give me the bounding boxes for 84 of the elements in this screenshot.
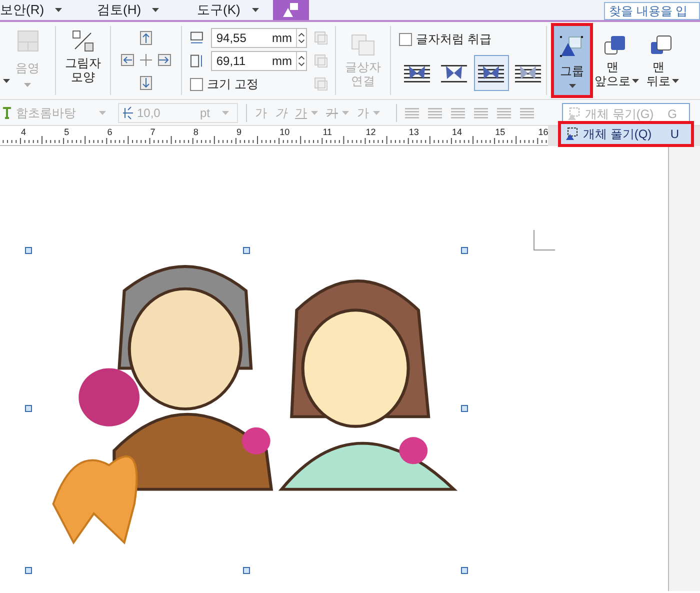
- ruler-number: 15: [495, 126, 506, 139]
- butterfly-wrap-icon: [440, 62, 467, 84]
- drawing-tab[interactable]: [273, 0, 309, 20]
- bring-to-front-icon: [604, 34, 628, 56]
- lock-size-label: 크기 고정: [207, 76, 258, 94]
- checkbox[interactable]: [190, 78, 203, 91]
- butterfly-wrap-icon: [478, 62, 504, 84]
- paragraph-align-icon: [520, 106, 534, 118]
- send-to-back-button[interactable]: 맨 뒤로: [639, 22, 685, 99]
- group-button[interactable]: 그룹: [551, 23, 593, 98]
- menu-item[interactable]: 개체 풀기(Q) U: [561, 124, 691, 144]
- ruler-number: 14: [452, 126, 462, 139]
- dropdown-caret-icon: [632, 79, 638, 83]
- size-option-icon: [314, 54, 328, 68]
- font-type-icon: [2, 106, 12, 118]
- spinner-icon: [296, 52, 306, 70]
- ruler-number: 8: [193, 126, 198, 139]
- caret-icon: [568, 84, 576, 88]
- checkbox[interactable]: [399, 32, 412, 46]
- caret-icon: [222, 110, 229, 114]
- align-bottom-icon: [140, 76, 152, 90]
- menu-item[interactable]: 도구(K): [197, 0, 242, 20]
- align-center-icon: [121, 54, 171, 66]
- paragraph-align-icon: [405, 106, 419, 118]
- selection-handle[interactable]: [461, 405, 468, 412]
- width-field[interactable]: 94,55 mm: [211, 28, 307, 48]
- menu-item[interactable]: 검토(H): [97, 0, 142, 20]
- bring-to-front-button[interactable]: 맨 앞으로: [593, 22, 639, 99]
- dropdown-caret-icon: [152, 8, 159, 12]
- align-top-icon: [140, 30, 152, 45]
- font-size-icon: [123, 106, 133, 120]
- menu-item[interactable]: 보안(R): [0, 0, 45, 20]
- ruler-number: 16: [538, 126, 548, 139]
- paragraph-align-icon: [474, 106, 488, 118]
- selection-handle[interactable]: [243, 247, 250, 254]
- dropdown-caret-icon: [55, 8, 62, 12]
- ruler-number: 11: [322, 126, 332, 139]
- group-shapes-icon: [560, 34, 584, 58]
- paragraph-align-icon: [428, 106, 442, 118]
- selection-handle[interactable]: [461, 567, 468, 574]
- selection-handle[interactable]: [25, 247, 32, 254]
- textbox-link-icon: [351, 34, 375, 56]
- spinner-icon: [296, 28, 306, 47]
- height-icon: [190, 54, 204, 68]
- ruler-number: 4: [21, 126, 26, 139]
- shadow-shape-button[interactable]: 그림자 모양: [56, 22, 110, 99]
- caret-icon: [342, 110, 349, 114]
- selection-handle[interactable]: [25, 405, 32, 412]
- caret-icon: [3, 79, 10, 83]
- height-field[interactable]: 69,11 mm: [211, 51, 307, 72]
- butterfly-wrap-icon: [515, 62, 542, 84]
- ruler-number: 5: [64, 126, 70, 139]
- wrap-option-button[interactable]: [474, 55, 509, 91]
- dropdown-caret-icon: [252, 8, 259, 12]
- ruler-number: 6: [107, 126, 112, 139]
- treat-as-char-label: 글자처럼 취급: [416, 31, 492, 48]
- group-item-icon: [567, 107, 581, 121]
- caret-icon: [24, 83, 31, 87]
- shapes-icon: [282, 2, 300, 18]
- ruler-number: 13: [408, 126, 419, 139]
- butterfly-wrap-icon: [404, 62, 430, 84]
- size-option-icon: [314, 76, 328, 90]
- shade-icon: [16, 30, 38, 52]
- dropdown-caret-icon: [672, 79, 678, 83]
- selection-handle[interactable]: [243, 567, 250, 574]
- selection-handle[interactable]: [25, 567, 32, 574]
- search-field[interactable]: 찾을 내용을 입: [604, 2, 700, 20]
- ruler-number: 12: [366, 126, 376, 139]
- size-option-icon: [314, 30, 328, 44]
- margin-corner-mark: [533, 230, 555, 252]
- caret-icon: [373, 110, 380, 114]
- send-to-back-icon: [650, 34, 674, 56]
- caret-icon: [311, 110, 318, 114]
- group-item-icon: [565, 127, 579, 141]
- shadow-shape-icon: [72, 30, 94, 52]
- paragraph-align-icon: [451, 106, 465, 118]
- width-icon: [190, 30, 204, 45]
- selection-handle[interactable]: [461, 247, 468, 254]
- ruler-number: 9: [236, 126, 242, 139]
- shade-label: 음영: [16, 60, 40, 76]
- paragraph-align-icon: [497, 106, 511, 118]
- ruler-number: 7: [150, 126, 156, 139]
- caret-icon: [99, 110, 106, 114]
- ruler-number: 10: [280, 126, 290, 139]
